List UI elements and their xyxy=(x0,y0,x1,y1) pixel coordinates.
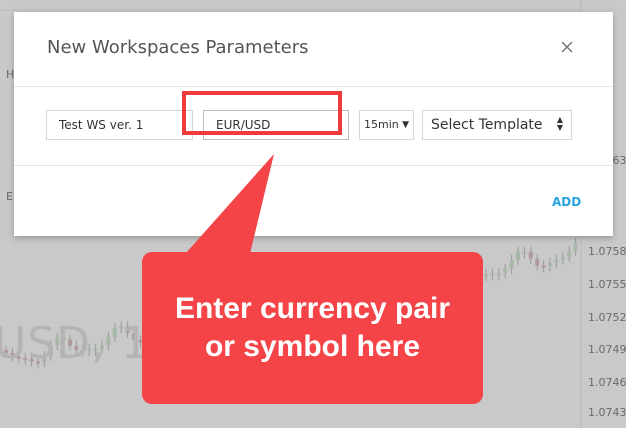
price-axis-label: 1.0743 xyxy=(588,406,626,419)
close-button[interactable] xyxy=(554,34,580,60)
candle-body xyxy=(528,251,533,259)
dialog-title: New Workspaces Parameters xyxy=(47,37,309,58)
close-icon xyxy=(561,41,573,53)
candle-body xyxy=(509,259,514,269)
side-label: E xyxy=(6,190,13,203)
candle-body xyxy=(560,256,565,260)
interval-select[interactable]: 15min ▼ xyxy=(359,110,414,140)
candle-body xyxy=(567,250,572,257)
select-arrows-icon: ▲ ▼ xyxy=(556,115,563,132)
price-axis-label: 1.0746 xyxy=(588,376,626,389)
divider xyxy=(14,165,613,166)
price-axis-label: 1.0755 xyxy=(588,278,626,291)
add-button[interactable]: ADD xyxy=(552,195,581,209)
callout-line-1: Enter currency pair xyxy=(174,292,451,325)
callout-line-2: or symbol here xyxy=(204,330,421,363)
candle-body xyxy=(516,251,520,260)
candle-body xyxy=(554,259,559,263)
chevron-down-icon: ▼ xyxy=(400,111,409,139)
candle-body xyxy=(496,273,501,276)
candle-body xyxy=(573,243,578,251)
candle-body xyxy=(503,268,508,274)
template-value: Select Template xyxy=(431,117,543,133)
chart-watermark: USD, 1 xyxy=(0,318,150,369)
candle-body xyxy=(490,273,495,276)
candle-body xyxy=(484,274,488,277)
workspace-name-input[interactable] xyxy=(46,110,193,140)
divider xyxy=(14,86,613,87)
price-axis-label: 1.0758 xyxy=(588,245,626,258)
template-select[interactable]: Select Template ▲ ▼ xyxy=(422,110,572,140)
symbol-field-highlight xyxy=(182,91,342,135)
price-axis-label: 1.0752 xyxy=(588,311,626,324)
candle-body xyxy=(548,262,552,267)
callout-text: Enter currency pair or symbol here xyxy=(142,290,483,366)
candle-body xyxy=(535,258,540,266)
interval-value: 15min xyxy=(364,118,399,131)
price-axis-label: 1.0749 xyxy=(588,343,626,356)
candle-body xyxy=(522,251,527,254)
candle-body xyxy=(541,265,546,268)
